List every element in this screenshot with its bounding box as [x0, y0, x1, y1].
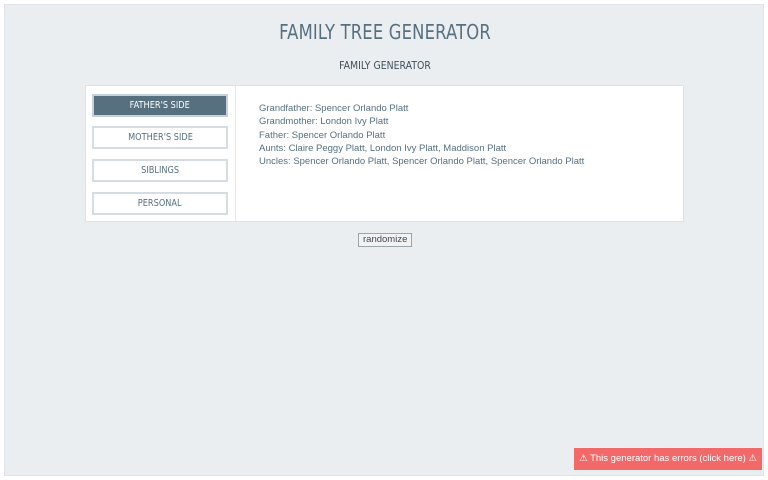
result-line-father: Father: Spencer Orlando Platt — [259, 129, 386, 141]
error-banner[interactable]: ⚠ This generator has errors (click here)… — [574, 448, 762, 470]
tab-siblings[interactable]: SIBLINGS — [92, 159, 228, 182]
tab-label: PERSONAL — [138, 198, 182, 209]
tab-label: SIBLINGS — [141, 165, 179, 176]
tab-label: MOTHER'S SIDE — [127, 132, 193, 143]
result-line-aunts: Aunts: Claire Peggy Platt, London Ivy Pl… — [259, 142, 507, 154]
generator-panel: FATHER'S SIDE MOTHER'S SIDE SIBLINGS PER… — [85, 85, 684, 222]
page-subtitle: FAMILY GENERATOR — [339, 59, 431, 72]
randomize-button[interactable]: randomize — [358, 233, 413, 247]
page-background: FAMILY TREE GENERATOR FAMILY GENERATOR F… — [4, 4, 764, 476]
tab-sidebar: FATHER'S SIDE MOTHER'S SIDE SIBLINGS PER… — [86, 86, 236, 221]
result-line-uncles: Uncles: Spencer Orlando Platt, Spencer O… — [259, 156, 585, 168]
tab-fathers-side[interactable]: FATHER'S SIDE — [92, 94, 228, 117]
tab-mothers-side[interactable]: MOTHER'S SIDE — [92, 126, 228, 149]
tab-personal[interactable]: PERSONAL — [92, 192, 228, 215]
page-title: FAMILY TREE GENERATOR — [279, 20, 491, 44]
result-text: Grandfather: Spencer Orlando Platt Grand… — [259, 102, 669, 168]
result-line-grandfather: Grandfather: Spencer Orlando Platt — [259, 103, 409, 114]
tab-label: FATHER'S SIDE — [129, 100, 191, 111]
result-line-grandmother: Grandmother: London Ivy Platt — [259, 116, 389, 128]
